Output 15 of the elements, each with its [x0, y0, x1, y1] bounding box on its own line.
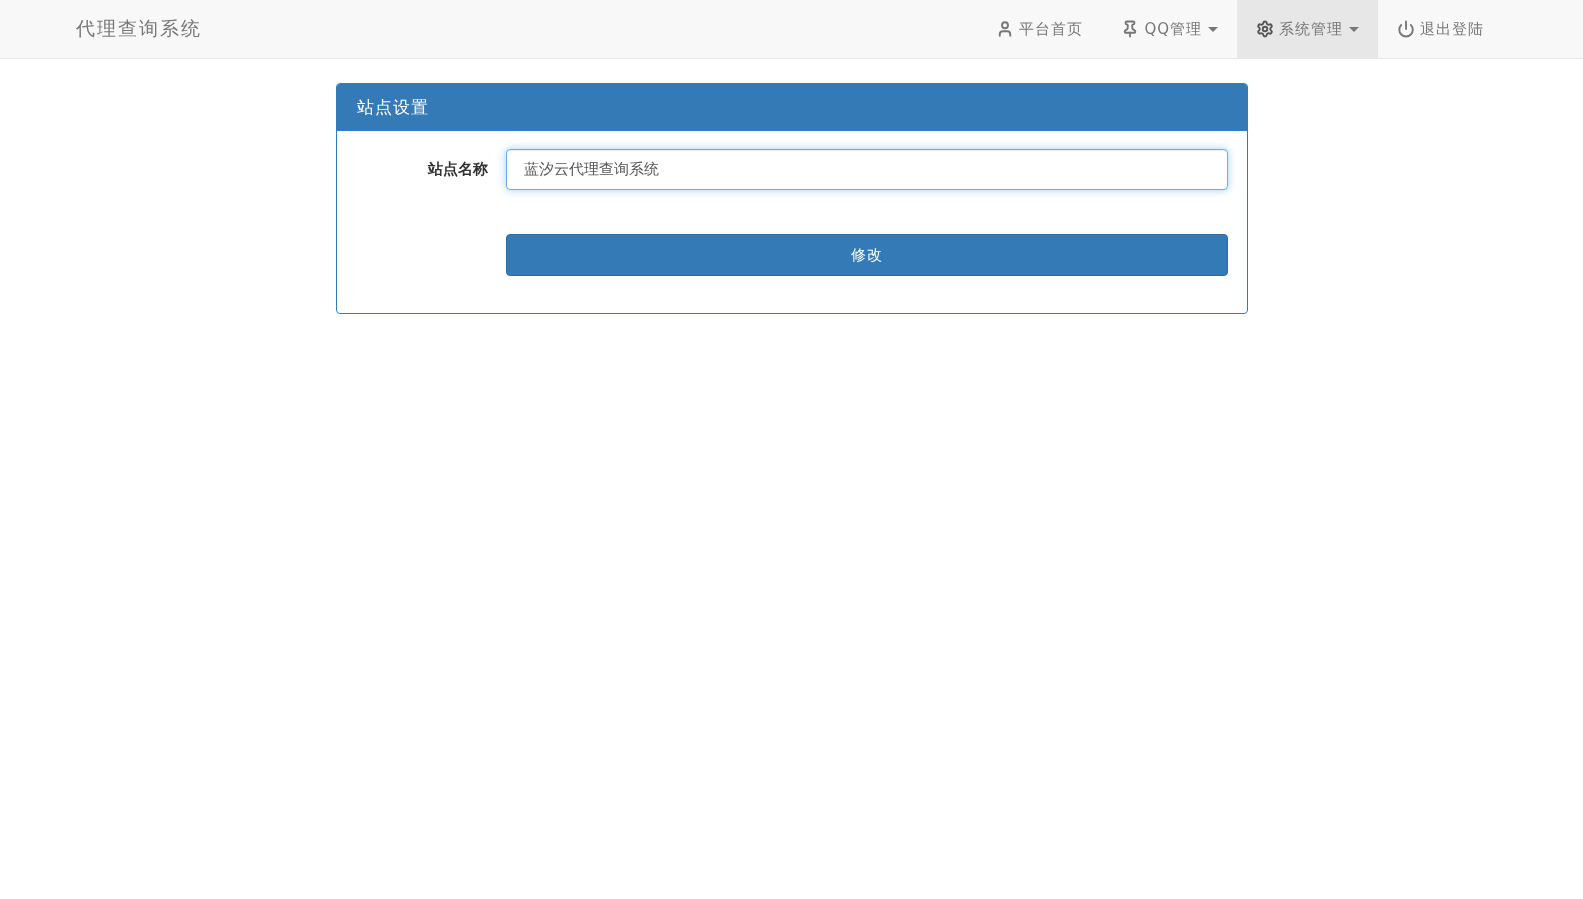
submit-button[interactable]: 修改: [505, 234, 1228, 276]
field-label: 站点名称: [426, 160, 489, 179]
nav-item[interactable]: 平台首页: [977, 0, 1103, 58]
power-icon: [1397, 20, 1415, 38]
nav-label: 退出登陆: [1420, 19, 1484, 39]
brand-title[interactable]: 代理查询系统: [76, 16, 202, 42]
settings-icon: [1256, 20, 1274, 38]
nav-item[interactable]: 退出登陆: [1378, 0, 1503, 58]
nav-label: QQ管理: [1144, 19, 1202, 39]
nav-item[interactable]: 系统管理: [1237, 0, 1378, 58]
panel-title: 站点设置: [336, 84, 1247, 131]
nav-label: 平台首页: [1019, 19, 1084, 39]
nav-label: 系统管理: [1279, 19, 1343, 39]
site-name-field[interactable]: 蓝汐云代理查询系统: [505, 149, 1228, 190]
nav-item[interactable]: QQ管理: [1102, 0, 1237, 58]
